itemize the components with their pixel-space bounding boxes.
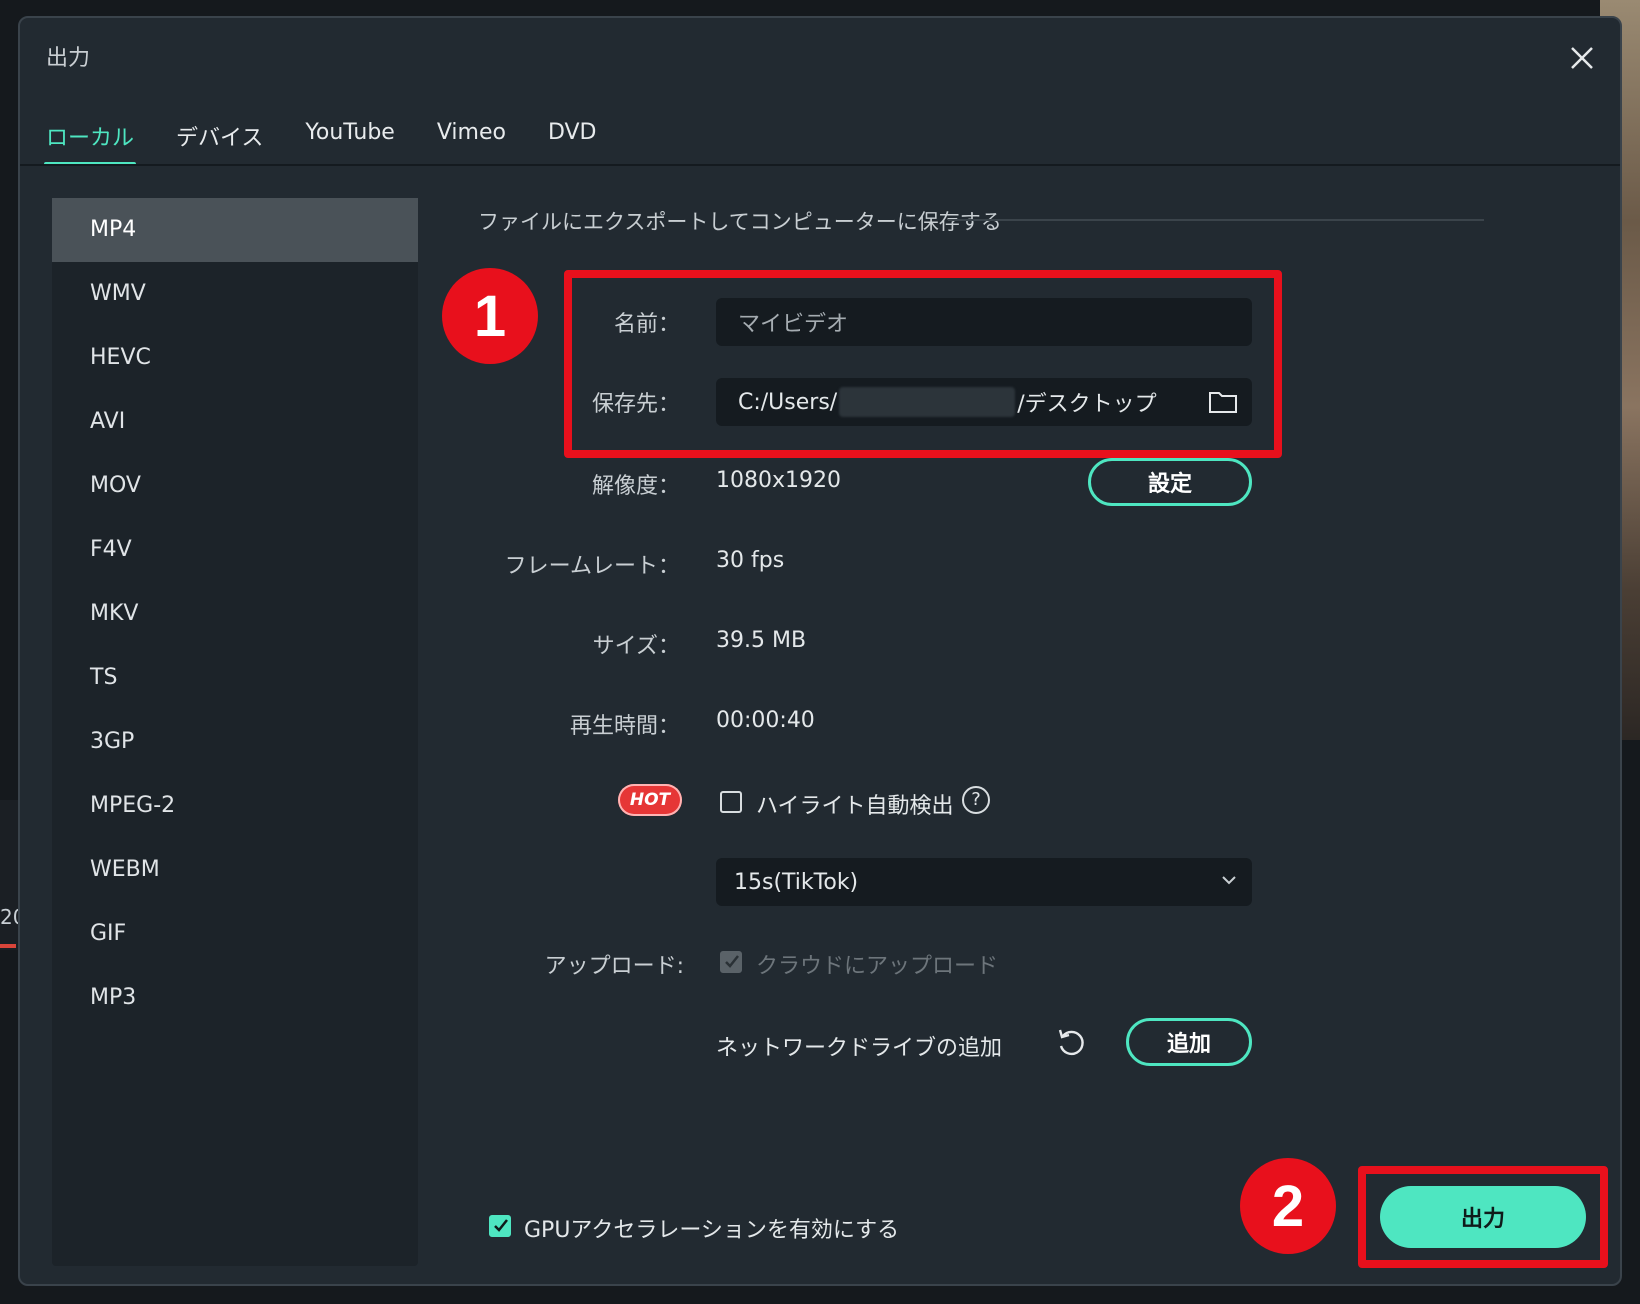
- annotation-badge-2: 2: [1240, 1158, 1336, 1254]
- format-item-avi[interactable]: AVI: [52, 390, 418, 454]
- highlight-checkbox[interactable]: [720, 791, 742, 813]
- cloud-upload-label: クラウドにアップロード: [756, 954, 999, 979]
- resolution-value: 1080x1920: [716, 468, 841, 493]
- check-icon: [725, 955, 739, 968]
- tab-youtube[interactable]: YouTube: [303, 108, 396, 166]
- tab-divider: [20, 164, 1620, 166]
- tab-dvd[interactable]: DVD: [546, 108, 599, 166]
- network-drive-label: ネットワークドライブの追加: [716, 1036, 1003, 1061]
- format-item-hevc[interactable]: HEVC: [52, 326, 418, 390]
- format-item-wmv[interactable]: WMV: [52, 262, 418, 326]
- highlight-duration-select[interactable]: 15s(TikTok): [716, 858, 1252, 906]
- framerate-value: 30 fps: [716, 548, 785, 573]
- annotation-box-2: [1358, 1166, 1608, 1268]
- format-list: MP4 WMV HEVC AVI MOV F4V MKV TS 3GP MPEG…: [52, 198, 418, 1266]
- help-icon[interactable]: ?: [962, 786, 990, 814]
- format-item-f4v[interactable]: F4V: [52, 518, 418, 582]
- dialog-title: 出力: [46, 46, 91, 71]
- size-value: 39.5 MB: [716, 628, 807, 653]
- tab-local[interactable]: ローカル: [44, 108, 137, 166]
- format-item-mpeg2[interactable]: MPEG-2: [52, 774, 418, 838]
- section-title: ファイルにエクスポートしてコンピューターに保存する: [478, 210, 1002, 234]
- export-tabs: ローカル デバイス YouTube Vimeo DVD: [44, 108, 636, 166]
- highlight-label: ハイライト自動検出: [756, 794, 954, 819]
- hot-badge: HOT: [618, 784, 682, 816]
- format-item-mp4[interactable]: MP4: [52, 198, 418, 262]
- tab-device[interactable]: デバイス: [174, 108, 265, 166]
- check-icon: [494, 1219, 508, 1232]
- annotation-badge-1: 1: [442, 268, 538, 364]
- format-item-ts[interactable]: TS: [52, 646, 418, 710]
- format-item-mkv[interactable]: MKV: [52, 582, 418, 646]
- gpu-checkbox[interactable]: [489, 1215, 511, 1237]
- format-item-webm[interactable]: WEBM: [52, 838, 418, 902]
- settings-button[interactable]: 設定: [1088, 458, 1252, 506]
- close-icon[interactable]: [1562, 38, 1602, 78]
- size-label: サイズ：: [592, 634, 680, 659]
- gpu-label: GPUアクセラレーションを有効にする: [524, 1218, 900, 1243]
- tab-vimeo[interactable]: Vimeo: [435, 108, 508, 166]
- cloud-upload-checkbox: [720, 951, 742, 973]
- add-network-drive-button[interactable]: 追加: [1126, 1018, 1252, 1066]
- format-item-gif[interactable]: GIF: [52, 902, 418, 966]
- format-item-mov[interactable]: MOV: [52, 454, 418, 518]
- format-item-3gp[interactable]: 3GP: [52, 710, 418, 774]
- refresh-icon[interactable]: [1054, 1026, 1088, 1060]
- format-item-mp3[interactable]: MP3: [52, 966, 418, 1030]
- chevron-down-icon: [1222, 876, 1236, 885]
- section-divider: [948, 219, 1484, 221]
- framerate-label: フレームレート：: [504, 554, 680, 579]
- timeline-playhead: [0, 944, 16, 948]
- upload-label: アップロード:: [544, 954, 684, 979]
- resolution-label: 解像度：: [591, 474, 680, 499]
- highlight-duration-value: 15s(TikTok): [734, 869, 859, 895]
- duration-label: 再生時間：: [569, 714, 680, 739]
- duration-value: 00:00:40: [716, 708, 815, 733]
- annotation-box-1: [564, 270, 1282, 458]
